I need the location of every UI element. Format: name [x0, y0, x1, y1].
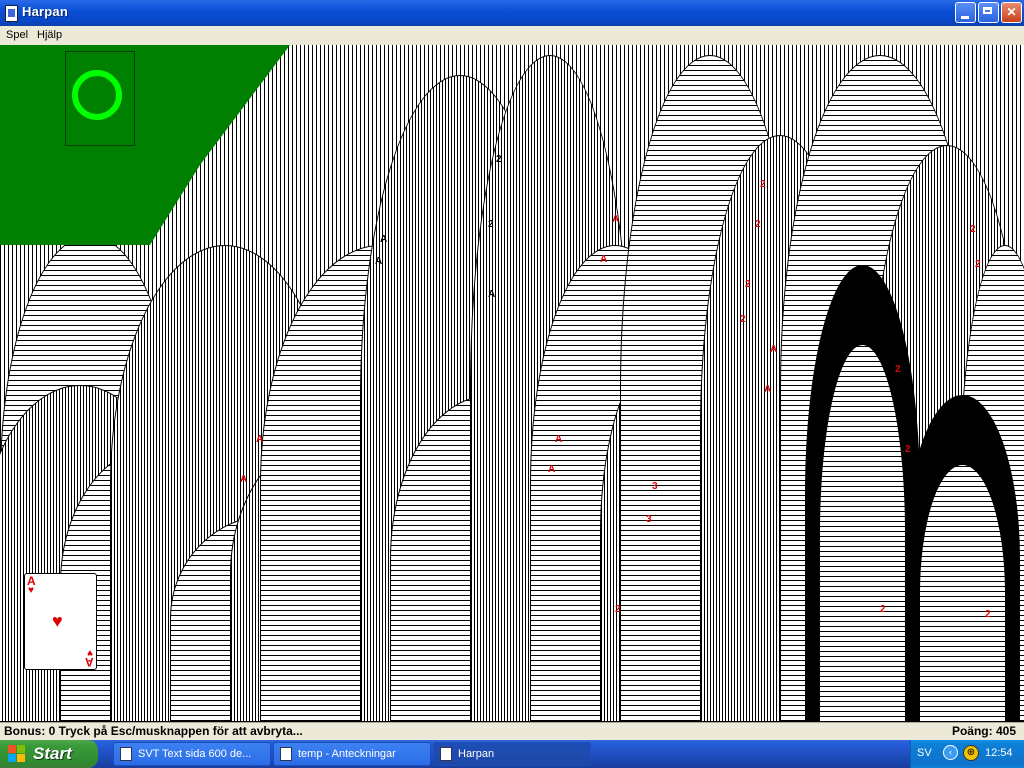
card-rank: 3 — [646, 514, 652, 525]
score: Poäng: 405 — [951, 724, 1016, 738]
window-title: Harpan — [22, 4, 68, 19]
card-rank: 2 — [975, 259, 981, 270]
card-rank: A — [488, 289, 496, 300]
card-rank: A — [256, 434, 264, 445]
card-rank: 2 — [760, 179, 766, 190]
card-rank: 2 — [488, 219, 494, 230]
card-rank: A — [555, 434, 563, 445]
menu-hjalp[interactable]: Hjälp — [37, 29, 62, 41]
heart-icon: ♥ — [87, 647, 93, 658]
status-bar: Bonus: 0 Tryck på Esc/musknappen för att… — [0, 722, 1024, 740]
windows-logo-icon — [8, 745, 26, 763]
card-rank: A — [240, 474, 248, 485]
taskbar-item-notepad[interactable]: temp - Anteckningar — [273, 742, 431, 766]
green-ring-icon — [72, 70, 122, 120]
clock[interactable]: 12:54 — [985, 747, 1013, 759]
game-board[interactable]: A A A 2 2 A A 2 2 2 2 A A A A A A 3 3 2 … — [0, 45, 1024, 722]
card-rank: 2 — [740, 314, 746, 325]
start-button[interactable]: Start — [0, 740, 98, 768]
card-rank: 2 — [496, 154, 502, 165]
notepad-icon — [280, 747, 292, 761]
menu-spel[interactable]: Spel — [6, 29, 28, 41]
task-label: Harpan — [458, 748, 495, 760]
taskbar-item-harpan[interactable]: Harpan — [433, 742, 591, 766]
task-label: temp - Anteckningar — [298, 748, 396, 760]
app-icon — [5, 5, 18, 22]
maximize-icon — [983, 7, 992, 14]
system-tray: SV ‹ ⊕ 12:54 — [910, 740, 1024, 768]
solitaire-icon — [440, 747, 452, 761]
card-rank: 2 — [880, 604, 886, 615]
card-rank: 2 — [970, 224, 976, 235]
heart-icon: ♥ — [52, 611, 63, 631]
title-bar[interactable]: Harpan ✕ — [0, 0, 1024, 26]
card-trail-arch — [920, 465, 1005, 722]
minimize-button[interactable] — [955, 2, 976, 23]
minimize-icon — [961, 16, 969, 19]
language-indicator[interactable]: SV — [917, 747, 932, 759]
foundation-slot[interactable] — [65, 51, 135, 146]
browser-icon — [120, 747, 132, 761]
card-rank: A — [770, 344, 778, 355]
card-rank: 2 — [615, 604, 621, 615]
taskbar-item-svt[interactable]: SVT Text sida 600 de... — [113, 742, 271, 766]
card-rank: A — [600, 254, 608, 265]
card-trail-arch — [820, 345, 905, 722]
close-button[interactable]: ✕ — [1001, 2, 1022, 23]
maximize-button[interactable] — [978, 2, 999, 23]
start-label: Start — [33, 744, 72, 763]
close-icon: ✕ — [1006, 5, 1017, 19]
card-rank: A — [764, 384, 772, 395]
taskbar: Start SVT Text sida 600 de... temp - Ant… — [0, 740, 1024, 768]
ace-of-hearts-card[interactable]: A ♥ ♥ A ♥ — [24, 573, 97, 670]
card-rank: A — [548, 464, 556, 475]
card-rank: 2 — [895, 364, 901, 375]
menu-bar: Spel Hjälp — [0, 26, 1024, 45]
card-rank: A — [380, 234, 388, 245]
card-rank: 2 — [905, 444, 911, 455]
bonus-status: Bonus: 0 Tryck på Esc/musknappen för att… — [4, 724, 303, 738]
globe-icon[interactable]: ⊕ — [963, 745, 979, 761]
card-rank: A — [612, 214, 620, 225]
card-rank: 2 — [755, 219, 761, 230]
card-rank: 3 — [652, 481, 658, 492]
card-rank: 2 — [985, 609, 991, 620]
card-rank: 2 — [745, 279, 751, 290]
chevron-left-icon[interactable]: ‹ — [943, 745, 958, 760]
heart-icon: ♥ — [28, 585, 34, 596]
task-label: SVT Text sida 600 de... — [138, 748, 252, 760]
card-rank: A — [375, 256, 383, 267]
